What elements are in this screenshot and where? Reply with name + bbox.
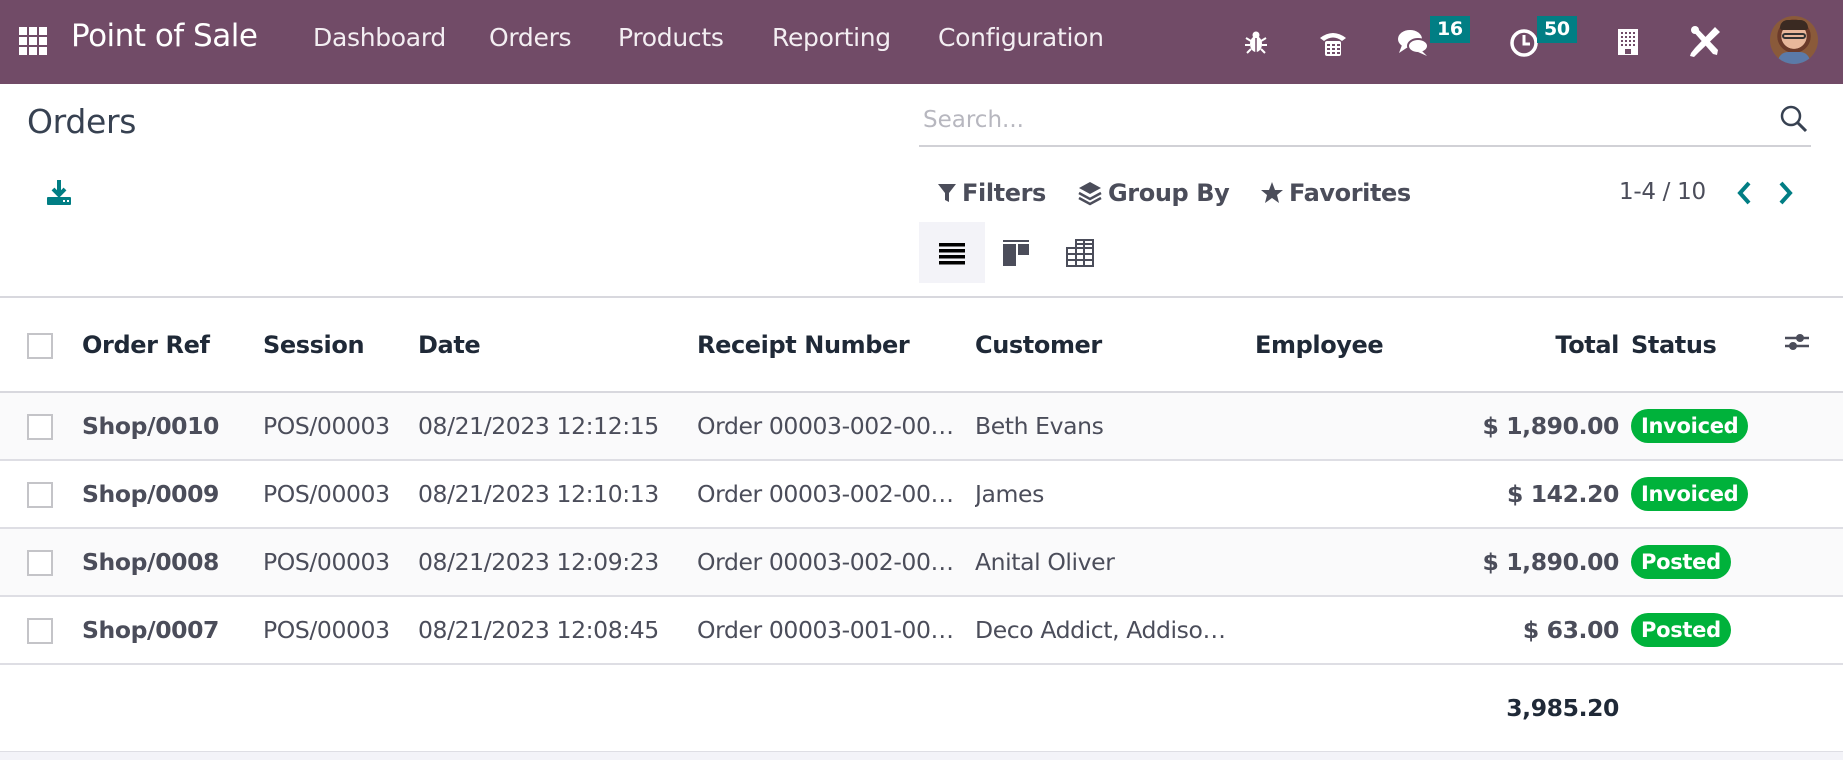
pivot-view-button[interactable] [1047, 222, 1113, 283]
status-badge: Posted [1631, 613, 1731, 647]
cell-total: $ 1,890.00 [1482, 412, 1620, 440]
row-checkbox[interactable] [27, 482, 53, 509]
cell-session: POS/00003 [263, 548, 390, 576]
messages-badge: 16 [1430, 16, 1470, 43]
cell-order-ref: Shop/0008 [82, 548, 220, 576]
status-badge: Posted [1631, 545, 1731, 579]
table-row[interactable]: Shop/0010 POS/00003 08/21/2023 12:12:15 … [0, 392, 1843, 460]
status-badge: Invoiced [1631, 409, 1749, 443]
favorites-label: Favorites [1289, 179, 1411, 207]
search-input[interactable] [923, 102, 1743, 138]
table-footer-row: 3,985.20 [0, 664, 1843, 752]
menu-configuration[interactable]: Configuration [938, 23, 1104, 52]
filters-label: Filters [962, 179, 1046, 207]
cell-order-ref: Shop/0010 [82, 412, 220, 440]
status-badge: Invoiced [1631, 477, 1749, 511]
optional-columns-icon[interactable] [1784, 330, 1810, 360]
menu-reporting[interactable]: Reporting [772, 23, 891, 52]
cell-receipt-number: Order 00003-002-00… [697, 548, 954, 576]
phone-icon[interactable] [1313, 22, 1353, 62]
cell-date: 08/21/2023 12:09:23 [418, 548, 659, 576]
cell-employee [1255, 528, 1455, 596]
pager-previous-button[interactable] [1731, 176, 1757, 210]
cell-date: 08/21/2023 12:12:15 [418, 412, 659, 440]
cell-customer: James [975, 480, 1044, 508]
group-by-label: Group By [1108, 179, 1230, 207]
filters-button[interactable]: Filters [937, 176, 1046, 210]
table-header-row: Order Ref Session Date Receipt Number Cu… [0, 297, 1843, 392]
layers-icon [1078, 182, 1102, 206]
user-avatar[interactable] [1770, 16, 1818, 64]
cell-date: 08/21/2023 12:08:45 [418, 616, 659, 644]
column-header-status[interactable]: Status [1631, 297, 1784, 392]
activities-badge: 50 [1537, 16, 1577, 43]
top-navbar: Point of Sale Dashboard Orders Products … [0, 0, 1843, 84]
group-by-button[interactable]: Group By [1077, 176, 1230, 210]
cell-employee [1255, 460, 1455, 528]
column-header-order-ref[interactable]: Order Ref [82, 297, 263, 392]
row-checkbox[interactable] [27, 618, 53, 645]
menu-dashboard[interactable]: Dashboard [313, 23, 446, 52]
table-row[interactable]: Shop/0007 POS/00003 08/21/2023 12:08:45 … [0, 596, 1843, 664]
row-checkbox[interactable] [27, 550, 53, 577]
column-header-receipt-number[interactable]: Receipt Number [697, 297, 975, 392]
orders-table: Order Ref Session Date Receipt Number Cu… [0, 296, 1843, 753]
download-icon[interactable] [45, 178, 73, 206]
table-row[interactable]: Shop/0009 POS/00003 08/21/2023 12:10:13 … [0, 460, 1843, 528]
favorites-button[interactable]: Favorites [1260, 176, 1411, 210]
column-header-employee[interactable]: Employee [1255, 297, 1455, 392]
select-all-checkbox[interactable] [27, 332, 53, 359]
chevron-right-icon [1779, 181, 1793, 205]
apps-menu-icon[interactable] [19, 27, 47, 55]
list-view-button[interactable] [919, 222, 985, 283]
search-icon[interactable] [1779, 104, 1809, 134]
table-grid-icon [1066, 238, 1094, 267]
app-name[interactable]: Point of Sale [71, 18, 258, 54]
kanban-icon [1003, 239, 1029, 266]
cell-receipt-number: Order 00003-002-00… [697, 480, 954, 508]
cell-customer: Anital Oliver [975, 548, 1115, 576]
pager-next-button[interactable] [1773, 176, 1799, 210]
cell-receipt-number: Order 00003-002-00… [697, 412, 954, 440]
menu-orders[interactable]: Orders [489, 23, 572, 52]
kanban-view-button[interactable] [983, 222, 1049, 283]
pager-value[interactable]: 1-4 / 10 [1619, 179, 1706, 205]
cell-employee [1255, 392, 1455, 460]
column-header-total[interactable]: Total [1455, 297, 1631, 392]
bug-icon[interactable] [1236, 22, 1276, 62]
cell-total: $ 63.00 [1522, 616, 1619, 644]
cell-session: POS/00003 [263, 616, 390, 644]
cell-session: POS/00003 [263, 412, 390, 440]
column-header-session[interactable]: Session [263, 297, 418, 392]
cell-customer: Beth Evans [975, 412, 1104, 440]
cell-session: POS/00003 [263, 480, 390, 508]
search-bar [919, 98, 1811, 147]
cell-receipt-number: Order 00003-001-00… [697, 616, 954, 644]
row-checkbox[interactable] [27, 414, 53, 441]
page-title: Orders [27, 102, 137, 141]
cell-total: $ 142.20 [1506, 480, 1619, 508]
column-header-date[interactable]: Date [418, 297, 697, 392]
table-row[interactable]: Shop/0008 POS/00003 08/21/2023 12:09:23 … [0, 528, 1843, 596]
menu-products[interactable]: Products [618, 23, 724, 52]
building-icon[interactable] [1608, 22, 1648, 62]
chevron-left-icon [1737, 181, 1751, 205]
chat-icon[interactable] [1393, 22, 1433, 62]
star-icon [1261, 182, 1283, 203]
cell-customer: Deco Addict, Addiso… [975, 616, 1226, 644]
tools-icon[interactable] [1685, 22, 1725, 62]
content-bottom-strip [0, 752, 1843, 760]
cell-employee [1255, 596, 1455, 664]
cell-order-ref: Shop/0007 [82, 616, 220, 644]
column-header-customer[interactable]: Customer [975, 297, 1255, 392]
list-icon [939, 242, 965, 264]
filter-icon [938, 184, 956, 202]
cell-date: 08/21/2023 12:10:13 [418, 480, 659, 508]
footer-total: 3,985.20 [1506, 694, 1619, 722]
cell-order-ref: Shop/0009 [82, 480, 220, 508]
cell-total: $ 1,890.00 [1482, 548, 1620, 576]
